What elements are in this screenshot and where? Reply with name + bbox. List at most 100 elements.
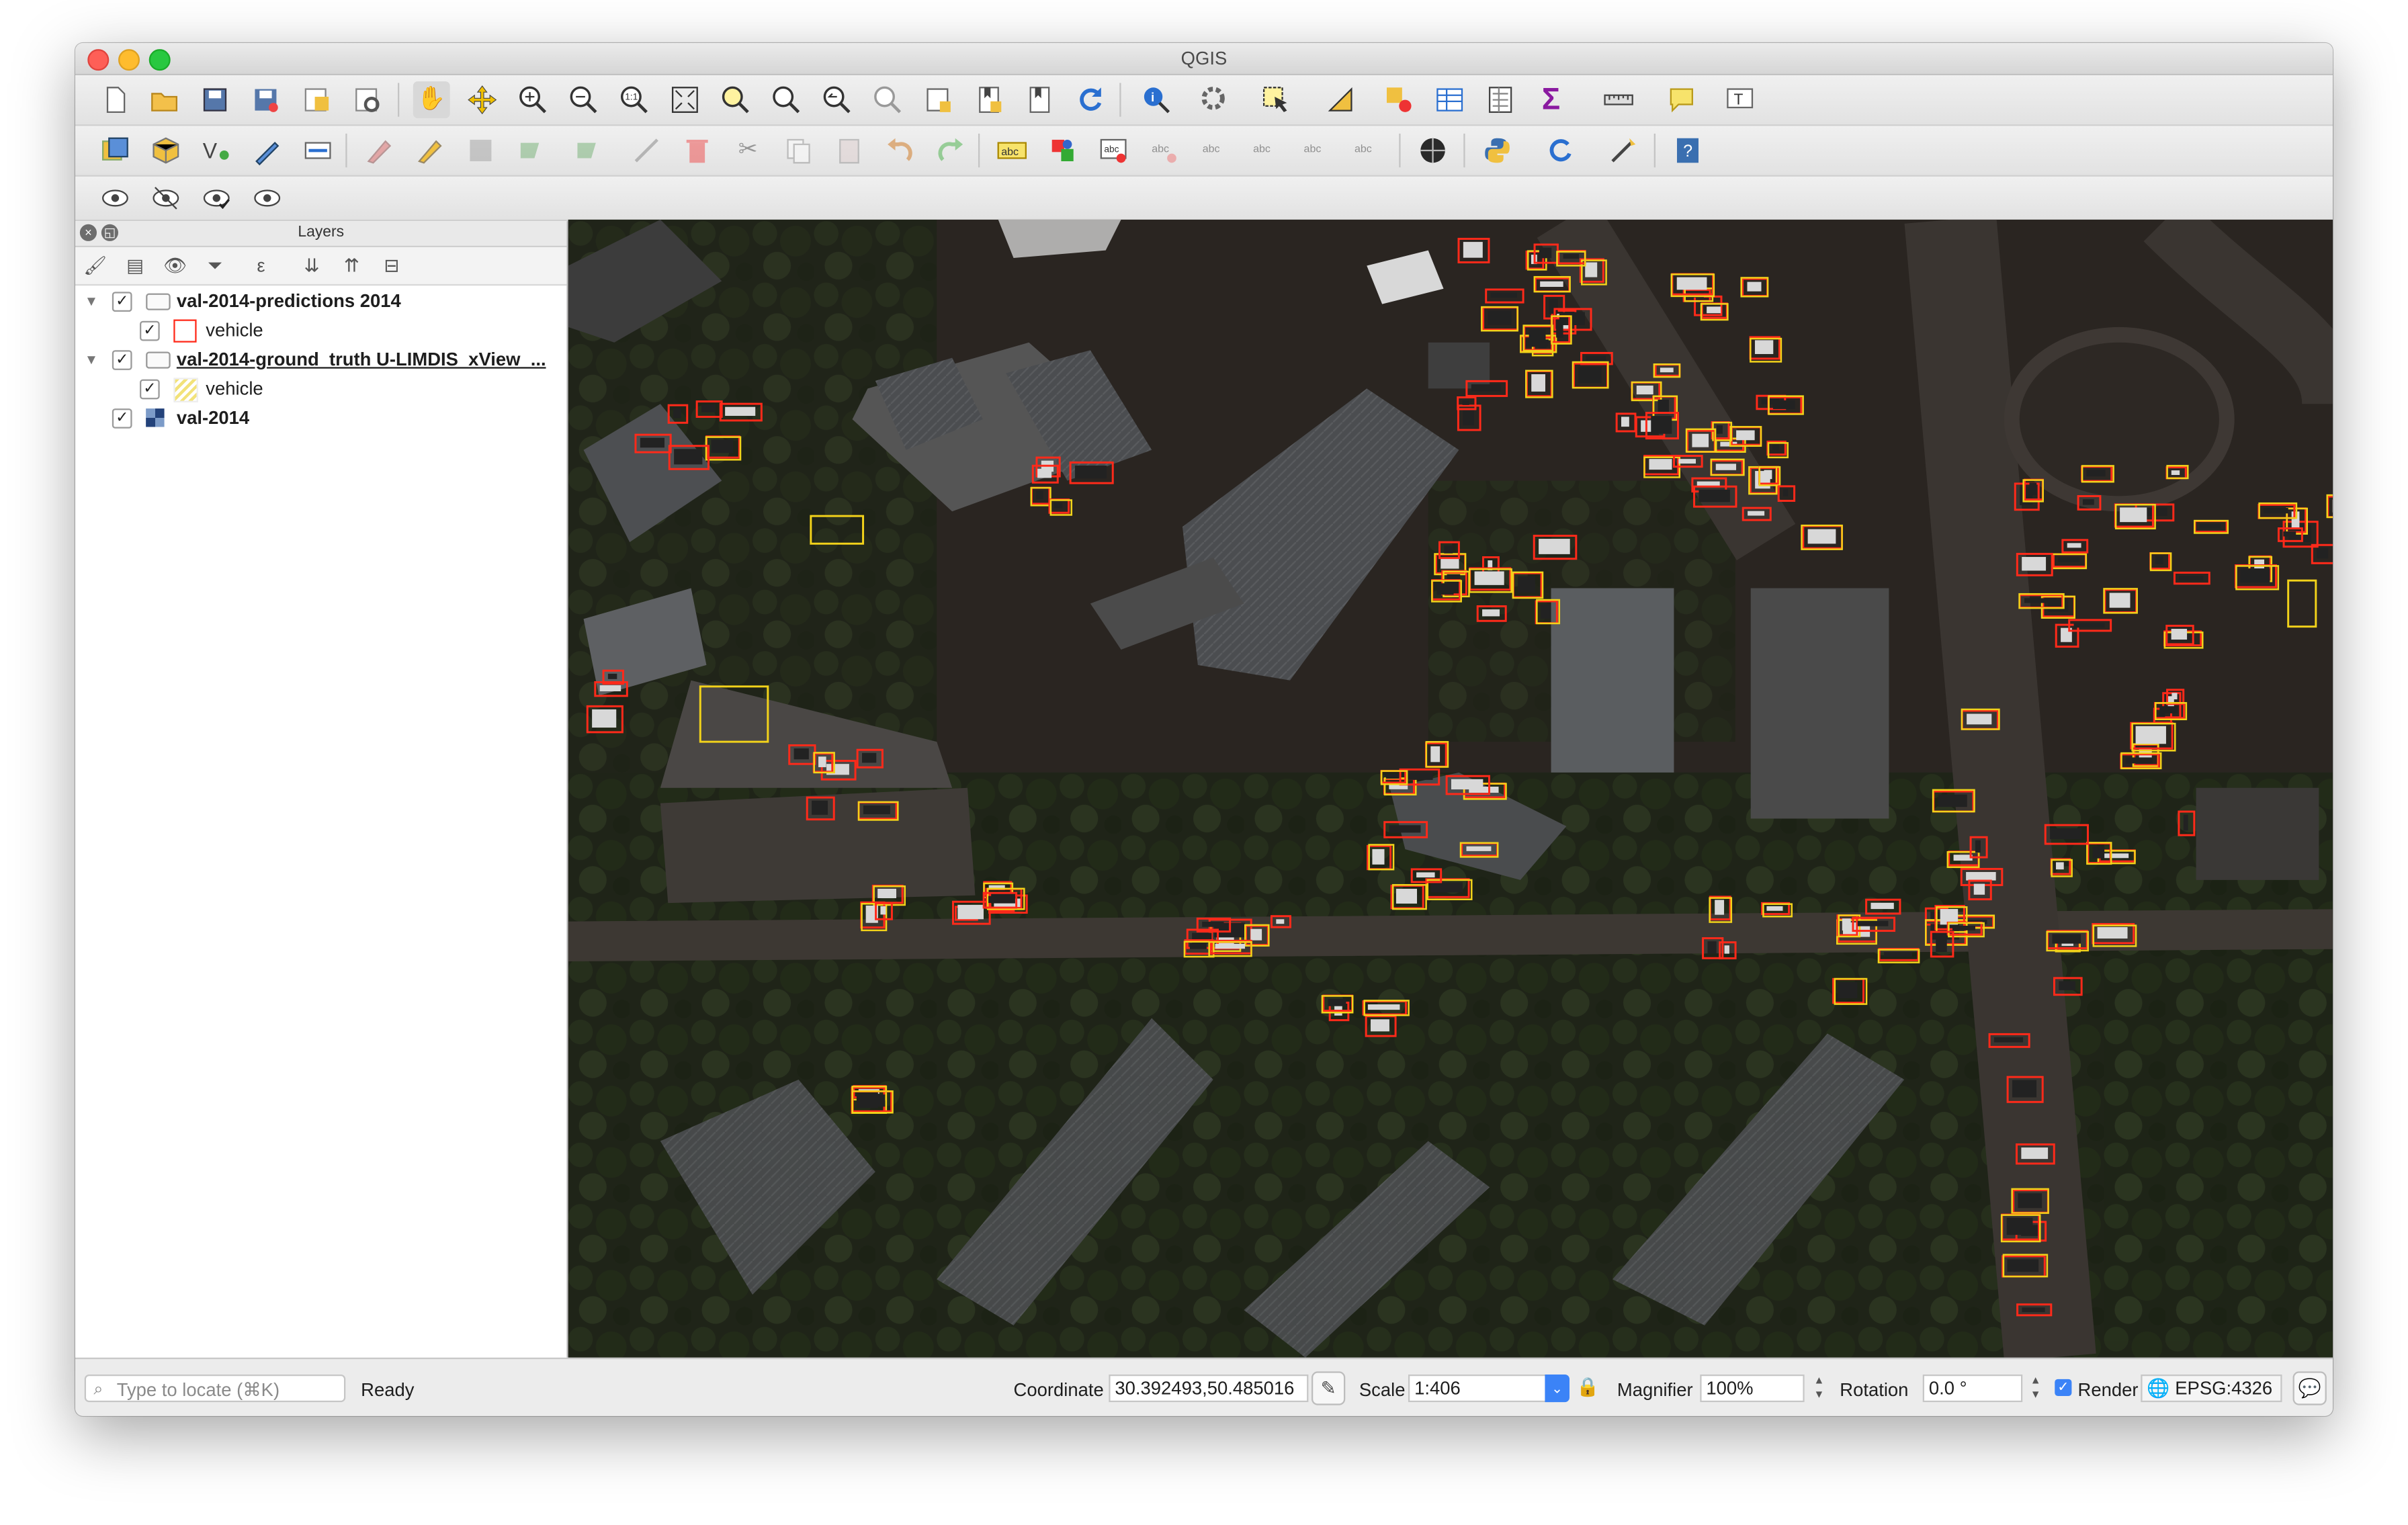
save-project-icon[interactable] <box>197 81 234 118</box>
label-move-icon[interactable]: abc <box>1197 132 1234 169</box>
zoom-out-icon[interactable] <box>565 81 602 118</box>
new-map-view-icon[interactable] <box>920 81 957 118</box>
scale-combo[interactable]: 1:406 <box>1408 1374 1555 1403</box>
remove-layer-icon[interactable]: ⊟ <box>378 252 405 279</box>
new-shapefile-icon[interactable]: V <box>198 132 235 169</box>
select-value-icon[interactable] <box>1322 81 1359 118</box>
zoom-last-icon[interactable] <box>818 81 855 118</box>
new-bookmark-icon[interactable] <box>971 81 1008 118</box>
toggle-layers-icon[interactable] <box>249 179 286 216</box>
cut-icon[interactable]: ✂ <box>730 132 767 169</box>
collapse-all-icon[interactable]: ⇈ <box>338 252 366 279</box>
measure-icon[interactable] <box>1600 81 1637 118</box>
undo-icon[interactable] <box>882 132 918 169</box>
data-source-manager-icon[interactable] <box>97 132 134 169</box>
legend-checkbox[interactable]: ✓ <box>139 320 160 341</box>
diagram-icon[interactable] <box>1044 132 1081 169</box>
rotation-stepper-icon[interactable]: ▲ ▼ <box>2028 1375 2042 1402</box>
filter-expression-icon[interactable]: ε <box>247 252 275 279</box>
zoom-selection-icon[interactable] <box>717 81 754 118</box>
map-tips-icon[interactable] <box>1663 81 1700 118</box>
zoom-native-icon[interactable]: 1:1 <box>616 81 653 118</box>
render-checkbox[interactable]: ✓ <box>2055 1379 2072 1396</box>
layer-row-raster[interactable]: ✓ val-2014 <box>75 404 566 433</box>
zoom-next-icon[interactable] <box>869 81 906 118</box>
label-change-icon[interactable]: abc <box>1297 132 1334 169</box>
hide-all-layers-icon[interactable] <box>147 179 184 216</box>
lock-scale-icon[interactable]: 🔒 <box>1573 1371 1604 1405</box>
maximize-window-button[interactable] <box>148 49 171 71</box>
label-pin-icon[interactable]: abc <box>1095 132 1132 169</box>
add-feature-icon[interactable] <box>513 132 550 169</box>
add-group-icon[interactable]: ▤ <box>122 252 149 279</box>
messages-icon[interactable]: 💬 <box>2292 1371 2327 1405</box>
print-composer-icon[interactable] <box>298 81 335 118</box>
map-canvas[interactable] <box>568 219 2333 1358</box>
expand-all-icon[interactable]: ⇊ <box>298 252 325 279</box>
zoom-full-icon[interactable] <box>666 81 703 118</box>
copy-icon[interactable] <box>780 132 817 169</box>
open-project-icon[interactable] <box>146 81 183 118</box>
statistics-icon[interactable]: Σ <box>1533 81 1570 118</box>
current-edits-icon[interactable] <box>300 132 337 169</box>
label-show-icon[interactable]: abc <box>1146 132 1182 169</box>
text-annotation-icon[interactable]: T <box>1721 81 1758 118</box>
show-all-layers-icon[interactable] <box>97 179 134 216</box>
composer-manager-icon[interactable] <box>349 81 386 118</box>
float-panel-icon[interactable]: ◱ <box>101 224 118 241</box>
expand-triangle-icon[interactable]: ▼ <box>85 287 98 316</box>
deselect-icon[interactable] <box>1381 81 1418 118</box>
attribute-table-icon[interactable] <box>1431 81 1468 118</box>
action-icon[interactable] <box>1197 81 1234 118</box>
node-tool-icon[interactable] <box>628 132 665 169</box>
pan-icon[interactable]: ✋ <box>413 81 450 119</box>
close-panel-icon[interactable]: × <box>79 224 97 241</box>
help-icon[interactable]: ? <box>1670 132 1707 169</box>
expand-triangle-icon[interactable]: ▼ <box>85 345 98 374</box>
scale-dropdown-icon[interactable]: ⌄ <box>1545 1374 1570 1403</box>
layer-row-predictions[interactable]: ▼ ✓ val-2014-predictions 2014 <box>75 287 566 316</box>
toggle-editing-icon[interactable] <box>361 132 398 169</box>
new-project-icon[interactable] <box>97 81 134 118</box>
select-icon[interactable] <box>1258 81 1295 118</box>
field-calculator-icon[interactable] <box>1482 81 1519 118</box>
layer-row-ground-truth[interactable]: ▼ ✓ val-2014-ground_truth U-LIMDIS_xView… <box>75 345 566 374</box>
layer-checkbox[interactable]: ✓ <box>112 292 132 312</box>
processing-icon[interactable] <box>1542 132 1579 169</box>
magnifier-stepper-icon[interactable]: ▲ ▼ <box>1812 1375 1826 1402</box>
label-icon[interactable]: abc <box>994 132 1031 169</box>
paste-icon[interactable] <box>831 132 868 169</box>
coordinate-field[interactable]: 30.392493,50.485016 <box>1109 1374 1309 1403</box>
filter-legend-icon[interactable]: ⏷ <box>201 252 228 279</box>
legend-checkbox[interactable]: ✓ <box>139 379 160 400</box>
minimize-window-button[interactable] <box>118 49 140 71</box>
rotation-field[interactable]: 0.0 ° <box>1922 1374 2023 1403</box>
close-window-button[interactable] <box>87 49 110 71</box>
layer-style-icon[interactable]: 🖌 <box>81 252 109 279</box>
save-as-icon[interactable] <box>247 81 284 118</box>
pan-to-selection-icon[interactable] <box>464 81 501 118</box>
refresh-icon[interactable] <box>1072 81 1109 118</box>
legend-row-predictions-vehicle[interactable]: ✓ vehicle <box>75 316 566 345</box>
layer-checkbox[interactable]: ✓ <box>112 350 132 370</box>
toggle-extent-icon[interactable]: ✎ <box>1311 1371 1346 1405</box>
magnifier-field[interactable]: 100% <box>1700 1374 1805 1403</box>
python-icon[interactable] <box>1479 132 1516 169</box>
globe-icon[interactable] <box>1414 132 1451 169</box>
pencil-icon[interactable] <box>412 132 449 169</box>
save-edits-icon[interactable] <box>462 132 499 169</box>
redo-icon[interactable] <box>932 132 969 169</box>
zoom-in-icon[interactable] <box>515 81 552 118</box>
plugin-icon[interactable] <box>1605 132 1642 169</box>
legend-row-ground-truth-vehicle[interactable]: ✓ vehicle <box>75 375 566 404</box>
layer-checkbox[interactable]: ✓ <box>112 408 132 429</box>
show-bookmarks-icon[interactable] <box>1021 81 1058 118</box>
identify-icon[interactable]: i <box>1138 81 1175 118</box>
show-selected-icon[interactable] <box>198 179 235 216</box>
new-geopackage-icon[interactable] <box>147 132 184 169</box>
zoom-layer-icon[interactable] <box>768 81 805 118</box>
delete-icon[interactable] <box>679 132 716 169</box>
digitize-icon[interactable] <box>249 132 286 169</box>
move-feature-icon[interactable] <box>570 132 607 169</box>
label-rotate-icon[interactable]: abc <box>1247 132 1284 169</box>
